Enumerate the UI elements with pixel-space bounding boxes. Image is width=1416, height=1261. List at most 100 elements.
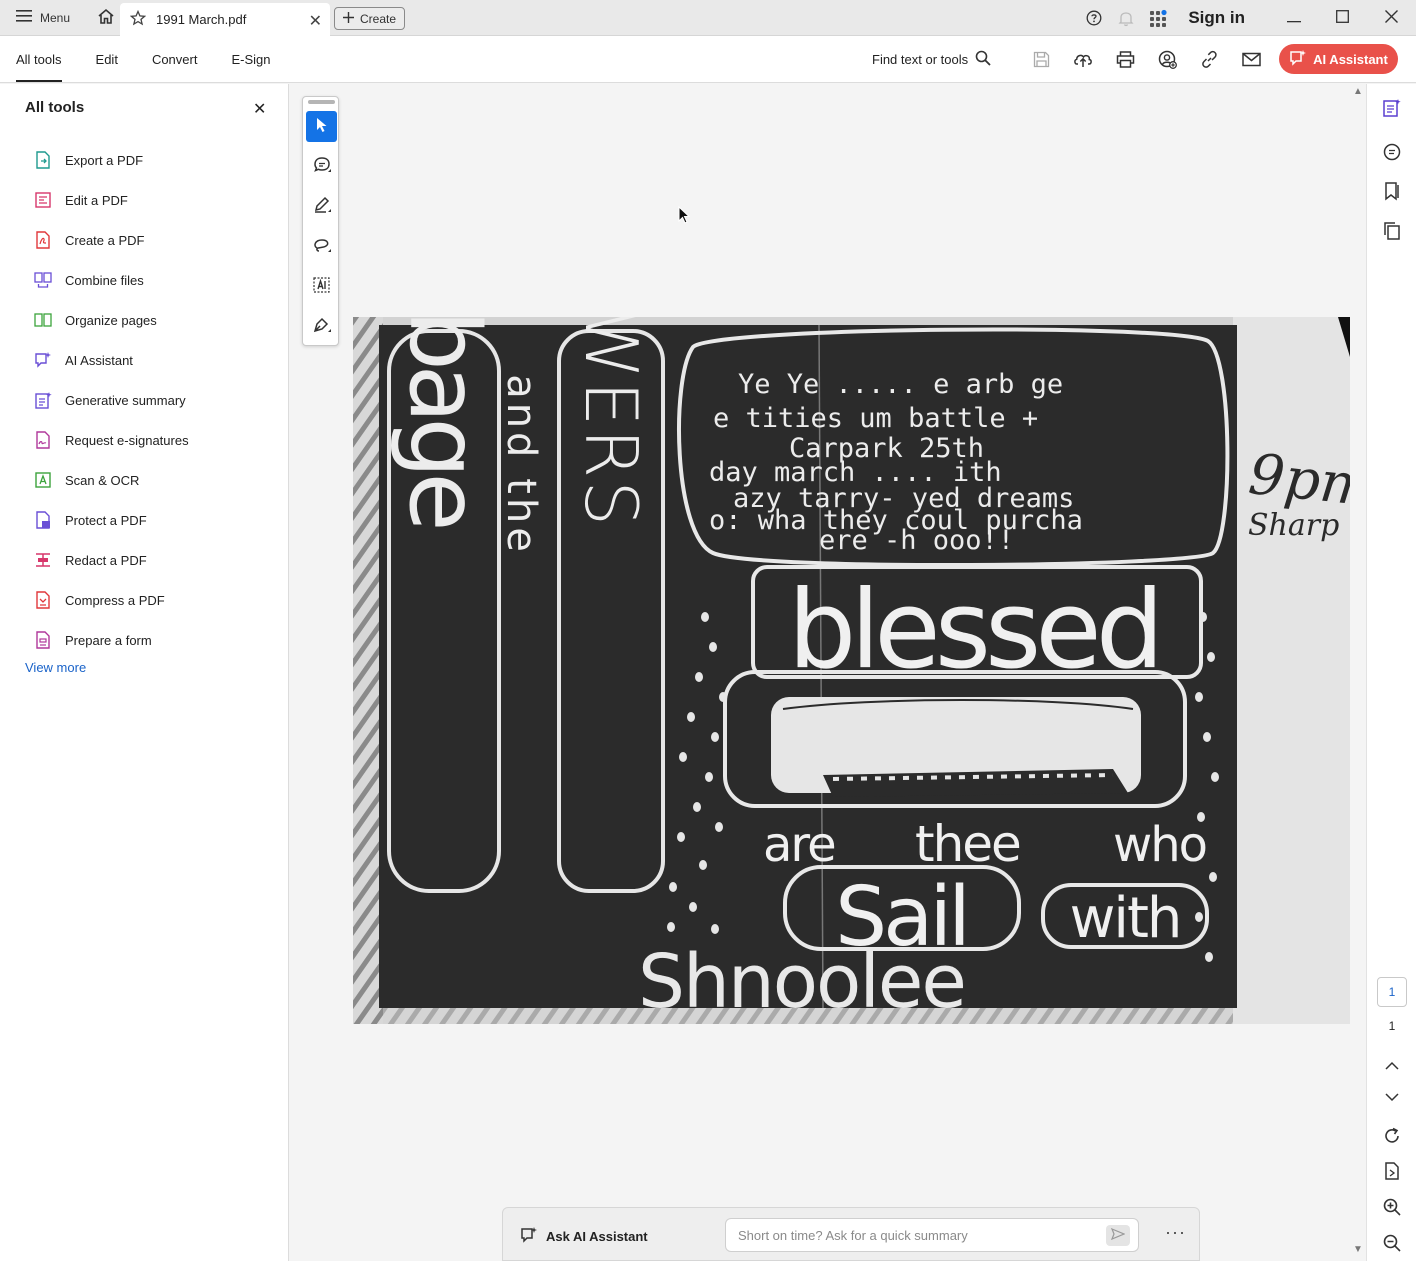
tool-item-prepare-a-form[interactable]: Prepare a form bbox=[34, 620, 189, 660]
tool-item-scan-ocr[interactable]: Scan & OCR bbox=[34, 460, 189, 500]
tab-e-sign[interactable]: E-Sign bbox=[231, 36, 270, 83]
tool-item-label: Combine files bbox=[65, 272, 144, 288]
tool-item-edit-a-pdf[interactable]: Edit a PDF bbox=[34, 180, 189, 220]
document-viewer[interactable]: garbage and the FLOWERS Ye Ye ..... e ar… bbox=[289, 84, 1350, 1261]
current-page-input[interactable]: 1 bbox=[1377, 977, 1407, 1007]
text-recognition-tool-button[interactable] bbox=[306, 271, 337, 302]
menu-button[interactable]: Menu bbox=[0, 0, 86, 36]
zoom-in-icon[interactable] bbox=[1379, 1194, 1405, 1220]
drag-handle[interactable] bbox=[308, 100, 335, 104]
sign-in-button[interactable]: Sign in bbox=[1174, 8, 1269, 28]
maximize-button[interactable] bbox=[1318, 0, 1367, 36]
panel-close-icon[interactable]: ✕ bbox=[253, 99, 266, 119]
decor-dot bbox=[1211, 772, 1219, 782]
ai-chat-icon bbox=[520, 1226, 538, 1247]
decor-dot bbox=[1205, 952, 1213, 962]
redact-pdf-icon bbox=[34, 551, 52, 569]
page-display-icon[interactable] bbox=[1379, 1158, 1405, 1184]
bell-icon[interactable] bbox=[1110, 0, 1142, 36]
view-more-link[interactable]: View more bbox=[25, 660, 86, 675]
find-tools-button[interactable]: Find text or tools bbox=[872, 36, 991, 83]
generative-summary-rail-icon[interactable] bbox=[1379, 95, 1405, 121]
pdf-page[interactable]: garbage and the FLOWERS Ye Ye ..... e ar… bbox=[353, 166, 1350, 1025]
tool-item-create-a-pdf[interactable]: Create a PDF bbox=[34, 220, 189, 260]
bubble-text-line: Ye Ye ..... e arb ge bbox=[738, 369, 1063, 400]
comments-rail-icon[interactable] bbox=[1379, 139, 1405, 165]
link-icon[interactable] bbox=[1188, 36, 1230, 83]
export-pdf-icon bbox=[34, 151, 52, 169]
main-toolbar: All tools Edit Convert E-Sign Find text … bbox=[0, 36, 1416, 83]
flyer-bottom-text: Shnoolee bbox=[638, 939, 965, 1024]
mouse-cursor-icon bbox=[678, 205, 691, 227]
tool-item-label: Request e-signatures bbox=[65, 432, 189, 448]
title-bar: Menu 1991 March.pdf ✕ Create Sign in bbox=[0, 0, 1416, 36]
rotate-icon[interactable] bbox=[1379, 1123, 1405, 1149]
tab-title: 1991 March.pdf bbox=[156, 12, 247, 27]
close-window-button[interactable] bbox=[1367, 0, 1416, 36]
tool-item-generative-summary[interactable]: Generative summary bbox=[34, 380, 189, 420]
generative-summary-icon bbox=[34, 391, 52, 409]
scroll-down-arrow-icon[interactable]: ▼ bbox=[1353, 1244, 1363, 1255]
draw-tool-button[interactable] bbox=[306, 231, 337, 262]
highlight-tool-button[interactable] bbox=[306, 191, 337, 222]
bookmarks-rail-icon[interactable] bbox=[1379, 178, 1405, 204]
tool-item-label: Organize pages bbox=[65, 312, 157, 328]
decor-dot bbox=[1199, 612, 1207, 622]
tab-convert[interactable]: Convert bbox=[152, 36, 198, 83]
sign-tool-button[interactable] bbox=[306, 311, 337, 342]
pages-rail-icon[interactable] bbox=[1379, 218, 1405, 244]
pen-icon bbox=[312, 195, 332, 218]
tool-item-combine-files[interactable]: Combine files bbox=[34, 260, 189, 300]
tool-item-label: Edit a PDF bbox=[65, 192, 128, 208]
decor-dot bbox=[701, 612, 709, 622]
decor-dot bbox=[669, 882, 677, 892]
vertical-scrollbar[interactable]: ▲ ▼ bbox=[1350, 84, 1366, 1261]
comment-tool-button[interactable] bbox=[306, 151, 337, 182]
tool-item-label: Create a PDF bbox=[65, 232, 145, 248]
tool-item-label: Redact a PDF bbox=[65, 552, 147, 568]
create-button[interactable]: Create bbox=[334, 7, 405, 30]
tool-item-export-a-pdf[interactable]: Export a PDF bbox=[34, 140, 189, 180]
tab-close-icon[interactable]: ✕ bbox=[309, 11, 322, 31]
ai-assistant-button[interactable]: AI Assistant bbox=[1279, 44, 1398, 74]
decor-dot bbox=[1209, 872, 1217, 882]
find-label: Find text or tools bbox=[872, 52, 969, 67]
scroll-up-arrow-icon[interactable]: ▲ bbox=[1353, 86, 1363, 97]
select-tool-button[interactable] bbox=[306, 111, 337, 142]
star-icon[interactable] bbox=[129, 9, 147, 29]
tab-edit[interactable]: Edit bbox=[96, 36, 118, 83]
decor-dot bbox=[715, 822, 723, 832]
tool-item-redact-a-pdf[interactable]: Redact a PDF bbox=[34, 540, 189, 580]
home-icon bbox=[97, 8, 115, 28]
more-options-icon[interactable]: ··· bbox=[1165, 1222, 1186, 1243]
decor-dot bbox=[1195, 912, 1203, 922]
compress-pdf-icon bbox=[34, 591, 52, 609]
panel-title: All tools bbox=[25, 99, 85, 116]
share-user-icon[interactable] bbox=[1146, 36, 1188, 83]
tool-item-protect-a-pdf[interactable]: Protect a PDF bbox=[34, 500, 189, 540]
send-button[interactable] bbox=[1106, 1225, 1130, 1246]
next-page-icon[interactable] bbox=[1379, 1084, 1405, 1110]
tool-item-request-e-signatures[interactable]: Request e-signatures bbox=[34, 420, 189, 460]
tab-all-tools[interactable]: All tools bbox=[16, 36, 62, 83]
tool-item-compress-a-pdf[interactable]: Compress a PDF bbox=[34, 580, 189, 620]
tool-item-organize-pages[interactable]: Organize pages bbox=[34, 300, 189, 340]
bubble-text-line: ere -h ooo!! bbox=[819, 525, 1014, 556]
tool-item-ai-assistant[interactable]: AI Assistant bbox=[34, 340, 189, 380]
quick-tools-bar bbox=[302, 96, 339, 346]
print-icon[interactable] bbox=[1104, 36, 1146, 83]
previous-page-icon[interactable] bbox=[1379, 1052, 1405, 1078]
zoom-out-icon[interactable] bbox=[1379, 1230, 1405, 1256]
minimize-button[interactable] bbox=[1269, 0, 1318, 36]
decor-dot bbox=[677, 832, 685, 842]
apps-grid-icon[interactable] bbox=[1142, 0, 1174, 36]
upload-cloud-icon[interactable] bbox=[1062, 36, 1104, 83]
ask-ai-button[interactable]: Ask AI Assistant bbox=[520, 1226, 648, 1247]
email-icon[interactable] bbox=[1230, 36, 1272, 83]
decor-dot bbox=[687, 712, 695, 722]
help-icon[interactable] bbox=[1078, 0, 1110, 36]
ai-question-input[interactable]: Short on time? Ask for a quick summary bbox=[725, 1218, 1139, 1252]
edit-pdf-icon bbox=[34, 191, 52, 209]
document-tab[interactable]: 1991 March.pdf ✕ bbox=[120, 3, 330, 36]
save-icon[interactable] bbox=[1020, 36, 1062, 83]
